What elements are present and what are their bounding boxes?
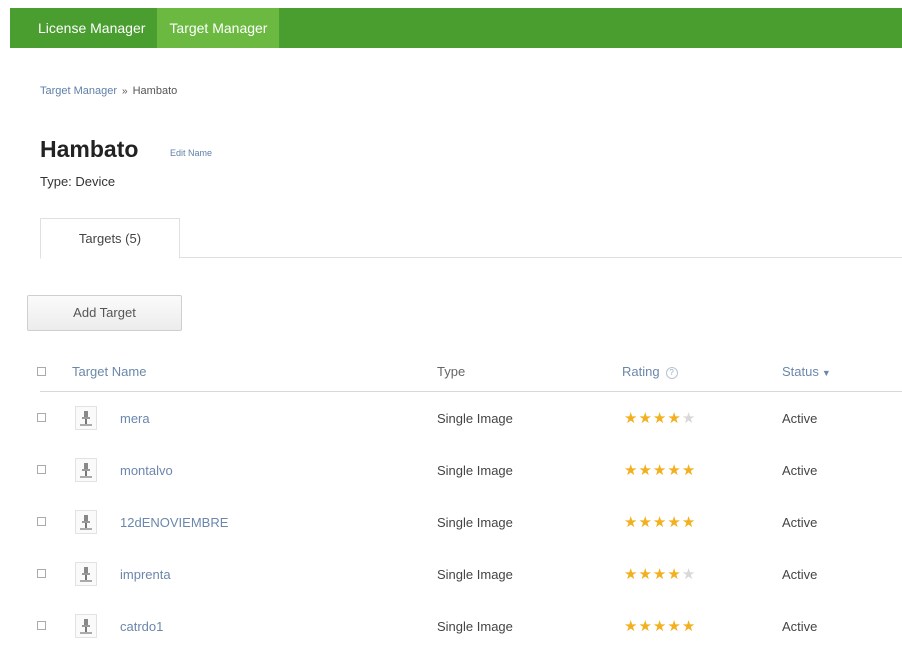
star-icon: ★: [624, 462, 639, 479]
star-icon: ★: [681, 566, 697, 583]
column-header-target-name[interactable]: Target Name: [72, 364, 146, 379]
star-icon: ★: [638, 462, 653, 479]
target-name-link[interactable]: catrdo1: [120, 619, 163, 634]
target-name-link[interactable]: montalvo: [120, 463, 173, 478]
nav-target-manager[interactable]: Target Manager: [157, 8, 280, 48]
table-body: mera Single Image ★★★★★ Active montalvo Singl…: [37, 392, 902, 652]
status-label: Active: [782, 463, 818, 478]
column-header-rating[interactable]: Rating?: [622, 364, 678, 379]
select-all-checkbox[interactable]: [37, 367, 46, 376]
table-header: Target Name Type Rating? Status ▼: [37, 352, 902, 392]
star-icon: ★: [624, 566, 639, 583]
row-checkbox[interactable]: [37, 621, 46, 630]
star-icon: ★: [638, 566, 653, 583]
target-thumbnail: [75, 562, 97, 586]
breadcrumb-current: Hambato: [132, 85, 178, 97]
star-icon: ★: [624, 618, 639, 635]
status-header-label: Status: [782, 364, 819, 379]
type-value: Device: [75, 174, 116, 189]
breadcrumb-separator: »: [122, 86, 128, 97]
page-title: Hambato: [40, 136, 139, 162]
star-icon: ★: [624, 514, 639, 531]
star-icon: ★: [667, 462, 682, 479]
star-icon: ★: [681, 618, 697, 635]
row-checkbox[interactable]: [37, 569, 46, 578]
target-thumbnail: [75, 458, 97, 482]
star-icon: ★: [681, 410, 697, 427]
row-checkbox[interactable]: [37, 465, 46, 474]
tab-targets[interactable]: Targets (5): [40, 218, 180, 259]
chevron-down-icon: ▼: [821, 368, 831, 378]
star-icon: ★: [667, 410, 682, 427]
status-label: Active: [782, 567, 818, 582]
breadcrumb: Target Manager » Hambato: [40, 85, 177, 97]
nav-license-manager[interactable]: License Manager: [10, 8, 157, 48]
target-name-link[interactable]: mera: [120, 411, 150, 426]
target-type: Single Image: [437, 411, 513, 426]
target-type: Single Image: [437, 463, 513, 478]
rating-stars: ★★★★★: [624, 617, 696, 635]
star-icon: ★: [652, 514, 668, 531]
star-icon: ★: [652, 566, 668, 583]
star-icon: ★: [681, 514, 697, 531]
table-row: mera Single Image ★★★★★ Active: [37, 392, 902, 444]
target-type: Single Image: [437, 619, 513, 634]
column-header-status[interactable]: Status ▼: [782, 364, 831, 379]
type-label: Type:: [40, 174, 72, 189]
top-nav: License Manager Target Manager: [10, 8, 902, 48]
rating-stars: ★★★★★: [624, 461, 696, 479]
target-thumbnail: [75, 510, 97, 534]
row-checkbox[interactable]: [37, 517, 46, 526]
target-type: Single Image: [437, 515, 513, 530]
star-icon: ★: [652, 410, 668, 427]
star-icon: ★: [681, 462, 697, 479]
row-checkbox[interactable]: [37, 413, 46, 422]
target-thumbnail: [75, 406, 97, 430]
edit-name-link[interactable]: Edit Name: [170, 148, 212, 158]
star-icon: ★: [667, 566, 682, 583]
rating-stars: ★★★★★: [624, 409, 696, 427]
targets-table: Target Name Type Rating? Status ▼ mera Sin…: [37, 352, 902, 652]
rating-stars: ★★★★★: [624, 565, 696, 583]
table-row: imprenta Single Image ★★★★★ Active: [37, 548, 902, 600]
target-name-link[interactable]: 12dENOVIEMBRE: [120, 515, 228, 530]
status-label: Active: [782, 619, 818, 634]
rating-header-label: Rating: [622, 364, 660, 379]
status-label: Active: [782, 411, 818, 426]
star-icon: ★: [667, 618, 682, 635]
target-name-link[interactable]: imprenta: [120, 567, 171, 582]
rating-stars: ★★★★★: [624, 513, 696, 531]
table-row: 12dENOVIEMBRE Single Image ★★★★★ Active: [37, 496, 902, 548]
star-icon: ★: [638, 410, 653, 427]
star-icon: ★: [638, 618, 653, 635]
star-icon: ★: [638, 514, 653, 531]
target-type: Single Image: [437, 567, 513, 582]
table-row: catrdo1 Single Image ★★★★★ Active: [37, 600, 902, 652]
add-target-button[interactable]: Add Target: [27, 295, 182, 331]
database-type: Type: Device: [40, 174, 115, 189]
star-icon: ★: [667, 514, 682, 531]
breadcrumb-parent-link[interactable]: Target Manager: [40, 85, 117, 97]
target-thumbnail: [75, 614, 97, 638]
column-header-type: Type: [437, 364, 466, 379]
table-row: montalvo Single Image ★★★★★ Active: [37, 444, 902, 496]
star-icon: ★: [624, 410, 639, 427]
status-label: Active: [782, 515, 818, 530]
star-icon: ★: [652, 462, 668, 479]
info-icon[interactable]: ?: [665, 367, 678, 379]
tab-bar: Targets (5): [40, 218, 902, 259]
star-icon: ★: [652, 618, 668, 635]
